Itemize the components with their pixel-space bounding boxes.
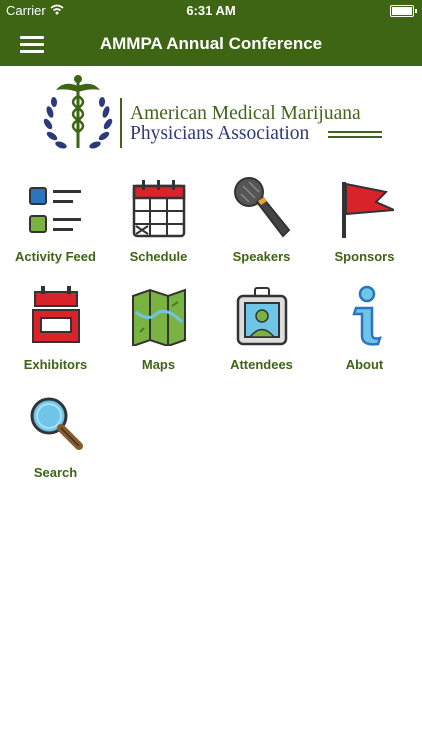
caduceus-emblem-icon (43, 75, 113, 149)
booth-icon (27, 282, 85, 346)
logo-divider (120, 98, 122, 148)
tile-attendees[interactable]: Attendees (210, 278, 313, 378)
flag-icon (336, 174, 395, 238)
activity-feed-icon (27, 174, 85, 238)
info-icon (336, 282, 394, 346)
tile-schedule[interactable]: Schedule (107, 170, 210, 270)
tile-label: About (345, 357, 384, 372)
tile-activity-feed[interactable]: Activity Feed (4, 170, 107, 270)
microphone-icon (233, 174, 291, 238)
tile-exhibitors[interactable]: Exhibitors (4, 278, 107, 378)
tile-label: Schedule (129, 249, 188, 264)
tile-about[interactable]: About (313, 278, 416, 378)
tile-label: Attendees (230, 357, 293, 372)
organization-logo: American Medical Marijuana Physicians As… (40, 72, 385, 154)
logo-rule (328, 136, 382, 138)
logo-rule (328, 131, 382, 133)
magnifier-icon (27, 390, 85, 454)
tile-label: Sponsors (334, 249, 395, 264)
status-bar: Carrier 6:31 AM (0, 0, 422, 22)
tile-speakers[interactable]: Speakers (210, 170, 313, 270)
calendar-icon (130, 174, 188, 238)
status-time: 6:31 AM (186, 3, 236, 18)
nav-bar: AMMPA Annual Conference (0, 22, 422, 66)
nav-title: AMMPA Annual Conference (99, 34, 323, 53)
logo-line-1: American Medical Marijuana (130, 103, 361, 124)
map-icon (130, 282, 188, 348)
tile-label: Search (33, 465, 78, 480)
tile-label: Exhibitors (23, 357, 88, 372)
logo-line-2: Physicians Association (130, 123, 310, 144)
tile-search[interactable]: Search (4, 386, 107, 486)
tile-label: Activity Feed (15, 249, 96, 264)
badge-icon (233, 282, 291, 346)
tile-maps[interactable]: Maps (107, 278, 210, 378)
tile-label: Speakers (232, 249, 291, 264)
tile-label: Maps (141, 357, 176, 372)
battery-icon (390, 5, 417, 17)
tile-sponsors[interactable]: Sponsors (313, 170, 416, 270)
